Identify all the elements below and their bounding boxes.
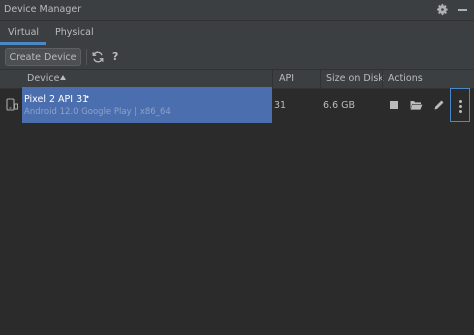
column-header-actions: Actions (388, 73, 423, 84)
more-dot (459, 100, 462, 103)
device-type-tabs: Virtual Physical (0, 21, 474, 45)
edit-icon[interactable] (432, 98, 446, 112)
tab-physical[interactable]: Physical (55, 27, 94, 38)
help-icon[interactable]: ? (112, 50, 118, 63)
phone-device-icon (6, 98, 18, 111)
gear-icon[interactable] (436, 3, 449, 16)
column-divider[interactable] (382, 70, 383, 88)
column-divider[interactable] (320, 70, 321, 88)
device-name: Pixel 2 API 31 (24, 94, 89, 105)
table-header: Device API Size on Disk Actions (0, 69, 474, 89)
column-header-device[interactable]: Device (27, 73, 60, 84)
table-row[interactable]: Pixel 2 API 31 • Android 12.0 Google Pla… (0, 87, 474, 124)
device-subtitle: Android 12.0 Google Play | x86_64 (24, 107, 171, 117)
refresh-icon[interactable] (92, 51, 104, 63)
more-vertical-icon[interactable] (450, 88, 470, 122)
device-cell[interactable]: Pixel 2 API 31 • Android 12.0 Google Pla… (22, 87, 272, 123)
more-dot (459, 110, 462, 113)
more-dot (459, 105, 462, 108)
column-divider[interactable] (272, 70, 273, 88)
folder-icon[interactable] (409, 98, 423, 112)
stop-icon[interactable] (387, 98, 401, 112)
hide-icon[interactable] (458, 9, 467, 11)
window-title: Device Manager (4, 4, 82, 15)
modified-marker: • (85, 93, 90, 102)
column-header-api[interactable]: API (279, 73, 294, 84)
api-level: 31 (274, 100, 287, 111)
tool-window-title-bar: Device Manager (0, 0, 474, 21)
size-on-disk: 6.6 GB (323, 100, 356, 111)
tab-virtual[interactable]: Virtual (8, 27, 39, 38)
toolbar: Create Device ? (0, 45, 474, 69)
toolbar-separator (86, 49, 87, 65)
column-header-size[interactable]: Size on Disk (326, 73, 384, 84)
create-device-button[interactable]: Create Device (5, 48, 81, 66)
sort-ascending-icon (60, 75, 66, 80)
